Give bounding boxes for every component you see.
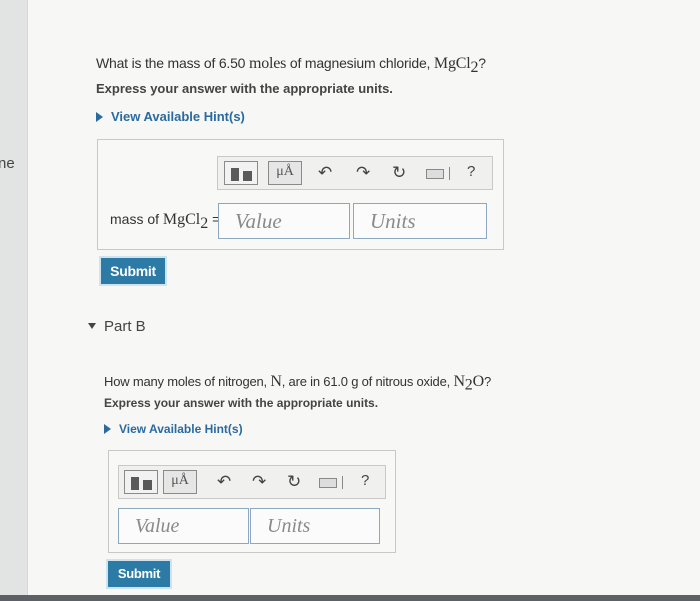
part-b-submit-button[interactable]: Submit xyxy=(108,561,170,587)
toolbar-separator xyxy=(342,476,343,489)
keyboard-icon[interactable] xyxy=(319,478,337,488)
bottom-bar xyxy=(0,595,700,601)
help-button[interactable]: ? xyxy=(361,472,369,489)
part-b-title[interactable]: Part B xyxy=(104,318,146,335)
part-a-submit-button[interactable]: Submit xyxy=(101,258,165,284)
template-block-icon xyxy=(231,168,239,181)
toolbar-separator xyxy=(449,167,450,180)
template-block-icon xyxy=(243,171,252,181)
template-block-icon xyxy=(143,480,152,490)
part-a-toolbar: μÅ ↶ ↷ ↻ ? xyxy=(217,156,493,190)
part-a-answer-label: mass of MgCl2 = xyxy=(110,211,221,232)
part-b-value-input[interactable]: Value xyxy=(118,508,249,544)
part-b-toolbar: μÅ ↶ ↷ ↻ ? xyxy=(118,465,386,499)
templates-button[interactable] xyxy=(224,161,258,185)
part-a-hint-link[interactable]: View Available Hint(s) xyxy=(96,109,245,124)
sidebar-cut-text: ne xyxy=(0,155,15,172)
part-a-instruction: Express your answer with the appropriate… xyxy=(96,81,393,96)
part-b-question: How many moles of nitrogen, N, are in 61… xyxy=(104,373,491,394)
expand-triangle-icon xyxy=(96,112,103,122)
keyboard-icon[interactable] xyxy=(426,169,444,179)
undo-icon[interactable]: ↶ xyxy=(318,164,332,182)
template-block-icon xyxy=(131,477,139,490)
help-button[interactable]: ? xyxy=(467,163,475,180)
part-a-value-input[interactable]: Value xyxy=(218,203,350,239)
part-b-instruction: Express your answer with the appropriate… xyxy=(104,396,379,410)
redo-icon[interactable]: ↷ xyxy=(356,164,370,182)
part-b-units-input[interactable]: Units xyxy=(250,508,380,544)
reset-icon[interactable]: ↻ xyxy=(287,473,301,491)
redo-icon[interactable]: ↷ xyxy=(252,473,266,491)
left-sidebar: ne xyxy=(0,0,28,601)
part-a-question: What is the mass of 6.50 moles of magnes… xyxy=(96,55,486,76)
collapse-triangle-icon[interactable] xyxy=(88,323,96,329)
reset-icon[interactable]: ↻ xyxy=(392,164,406,182)
undo-icon[interactable]: ↶ xyxy=(217,473,231,491)
templates-button[interactable] xyxy=(124,470,158,494)
part-a-units-input[interactable]: Units xyxy=(353,203,487,239)
expand-triangle-icon xyxy=(104,424,111,434)
units-symbols-button[interactable]: μÅ xyxy=(268,161,302,185)
units-symbols-button[interactable]: μÅ xyxy=(163,470,197,494)
part-b-hint-link[interactable]: View Available Hint(s) xyxy=(104,422,243,436)
